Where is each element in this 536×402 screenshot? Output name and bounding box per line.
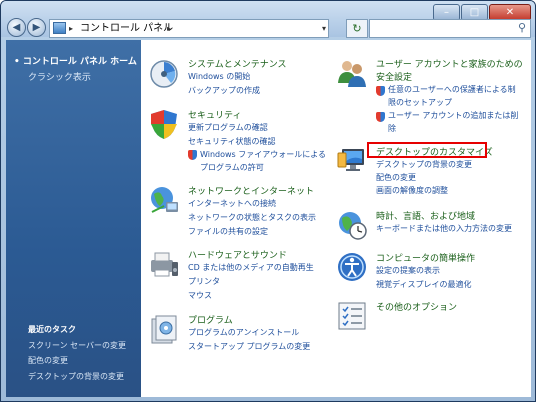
- sidebar-item-classic-view[interactable]: クラシック表示: [28, 70, 91, 83]
- title-bar: – □ ✕ ◀ ▶ ▸ コントロール パネル ▸ ▾ ↻ ⚲: [1, 1, 535, 38]
- recent-task-link[interactable]: スクリーン セーバーの変更: [28, 340, 126, 351]
- category-title[interactable]: コンピュータの簡単操作: [376, 251, 475, 264]
- task-link[interactable]: デスクトップの背景の変更: [376, 159, 472, 170]
- task-link[interactable]: ファイルの共有の設定: [188, 226, 268, 237]
- breadcrumb-arrow-icon[interactable]: ▸: [69, 20, 73, 37]
- refresh-button[interactable]: ↻: [346, 19, 368, 38]
- uac-shield-icon: [376, 86, 385, 96]
- task-link[interactable]: 視覚ディスプレイの最適化: [376, 279, 471, 290]
- category-title[interactable]: ネットワークとインターネット: [188, 184, 314, 197]
- address-bar[interactable]: ▸ コントロール パネル ▸ ▾: [49, 19, 329, 38]
- task-link[interactable]: ユーザー アカウントの追加または削: [388, 110, 518, 121]
- category-title[interactable]: その他のオプション: [376, 300, 457, 313]
- desktop-monitor-icon[interactable]: [336, 145, 368, 177]
- sidebar-item-home[interactable]: • コントロール パネル ホーム: [14, 54, 137, 67]
- chevron-down-icon[interactable]: ▾: [322, 20, 326, 37]
- ease-of-access-icon[interactable]: [336, 251, 368, 283]
- task-link[interactable]: プログラムの許可: [200, 162, 264, 173]
- recent-task-link[interactable]: 配色の変更: [28, 355, 68, 366]
- breadcrumb-arrow-icon[interactable]: ▸: [167, 20, 171, 37]
- category-title[interactable]: プログラム: [188, 313, 233, 326]
- task-link[interactable]: マウス: [188, 290, 212, 301]
- task-link[interactable]: セキュリティ状態の確認: [188, 136, 276, 147]
- clock-globe-icon[interactable]: [336, 209, 368, 241]
- category-title[interactable]: ハードウェアとサウンド: [188, 248, 287, 261]
- recent-task-link[interactable]: デスクトップの背景の変更: [28, 371, 124, 382]
- task-link[interactable]: インターネットへの接続: [188, 198, 276, 209]
- task-link[interactable]: バックアップの作成: [188, 85, 260, 96]
- printer-speaker-icon[interactable]: [148, 248, 180, 280]
- back-button[interactable]: ◀: [7, 18, 26, 37]
- control-panel-icon: [53, 22, 66, 34]
- task-link[interactable]: プリンタ: [188, 276, 220, 287]
- system-maintenance-icon[interactable]: [148, 57, 180, 89]
- other-options-icon[interactable]: [336, 300, 368, 332]
- task-link[interactable]: キーボードまたは他の入力方法の変更: [376, 223, 512, 234]
- category-title[interactable]: 時計、言語、および地域: [376, 209, 475, 222]
- task-link[interactable]: CD または他のメディアの自動再生: [188, 262, 314, 273]
- task-link[interactable]: 設定の提案の表示: [376, 265, 440, 276]
- uac-shield-icon: [376, 112, 385, 122]
- uac-shield-icon: [188, 150, 197, 160]
- task-link[interactable]: Windows の開始: [188, 71, 250, 82]
- search-icon[interactable]: ⚲: [518, 21, 526, 34]
- category-title[interactable]: ユーザー アカウントと家族のための: [376, 57, 523, 70]
- task-link[interactable]: 更新プログラムの確認: [188, 122, 268, 133]
- task-link[interactable]: 配色の変更: [376, 172, 416, 183]
- task-link[interactable]: 画面の解像度の調整: [376, 185, 448, 196]
- task-link[interactable]: 除: [388, 123, 396, 134]
- highlight-box: [367, 142, 487, 158]
- task-link[interactable]: スタートアップ プログラムの変更: [188, 341, 310, 352]
- task-link[interactable]: 限のセットアップ: [388, 97, 452, 108]
- sidebar-item-label: コントロール パネル ホーム: [22, 57, 137, 67]
- recent-tasks-heading: 最近のタスク: [28, 325, 76, 334]
- user-accounts-icon[interactable]: [336, 57, 368, 89]
- breadcrumb[interactable]: コントロール パネル: [80, 20, 173, 37]
- category-title-line2[interactable]: 安全設定: [376, 70, 412, 83]
- category-title[interactable]: セキュリティ: [188, 108, 241, 121]
- task-link[interactable]: 任意のユーザーへの保護者による制: [388, 84, 516, 95]
- programs-icon[interactable]: [148, 313, 180, 345]
- task-link[interactable]: プログラムのアンインストール: [188, 327, 299, 338]
- sidebar: • コントロール パネル ホーム クラシック表示 最近のタスク スクリーン セー…: [6, 40, 141, 397]
- task-link[interactable]: ネットワークの状態とタスクの表示: [188, 212, 316, 223]
- forward-button[interactable]: ▶: [27, 18, 46, 37]
- security-shield-icon[interactable]: [148, 108, 180, 140]
- category-title[interactable]: システムとメンテナンス: [188, 57, 287, 70]
- task-link[interactable]: Windows ファイアウォールによる: [200, 149, 326, 160]
- search-input[interactable]: ⚲: [369, 19, 531, 38]
- network-globe-icon[interactable]: [148, 184, 180, 216]
